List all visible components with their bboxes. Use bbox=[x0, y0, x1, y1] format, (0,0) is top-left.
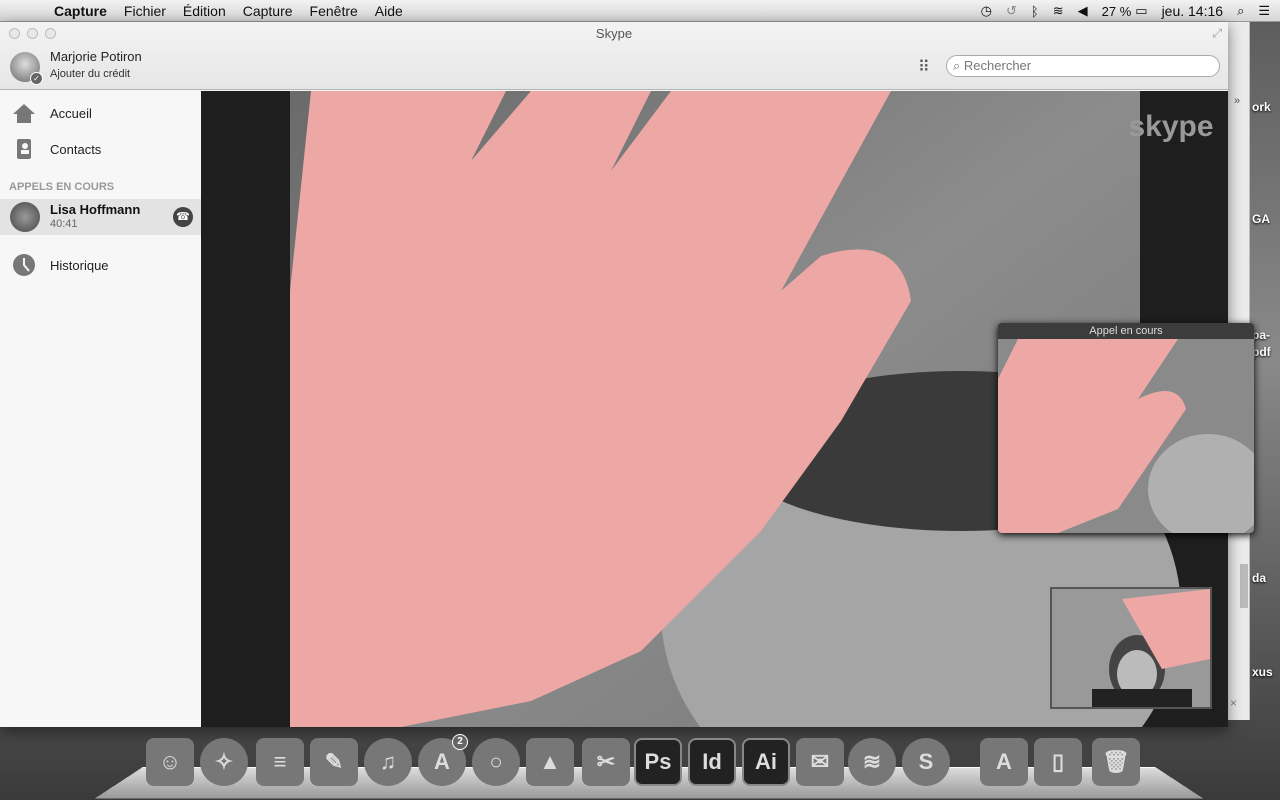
app-icon: Id bbox=[702, 749, 722, 774]
call-duration: 40:41 bbox=[50, 218, 78, 230]
dock-app-itunes[interactable]: ♫ bbox=[364, 738, 412, 786]
sidebar-item-label: Contacts bbox=[50, 141, 102, 157]
clock-icon bbox=[13, 254, 35, 276]
menu-edition[interactable]: Édition bbox=[183, 3, 226, 19]
search-input[interactable]: ⌕ Rechercher bbox=[946, 55, 1220, 77]
menu-fichier[interactable]: Fichier bbox=[124, 3, 166, 19]
menu-aide[interactable]: Aide bbox=[375, 3, 403, 19]
menu-fenetre[interactable]: Fenêtre bbox=[310, 3, 358, 19]
skype-status-icon[interactable]: ◷ bbox=[981, 3, 992, 19]
hang-up-icon[interactable]: ☎ bbox=[173, 207, 193, 227]
search-placeholder: Rechercher bbox=[963, 58, 1032, 73]
dock-app-trash[interactable]: 🗑 bbox=[1092, 738, 1140, 786]
spotlight-icon[interactable]: ⌕ bbox=[1237, 3, 1244, 19]
desktop-label[interactable]: da bbox=[1252, 571, 1266, 585]
contacts-icon bbox=[13, 138, 35, 160]
desktop-label[interactable]: ork bbox=[1252, 100, 1271, 114]
time-machine-icon[interactable]: ↺ bbox=[1006, 3, 1017, 19]
sidebar-item-label: Accueil bbox=[50, 105, 92, 121]
bluetooth-icon[interactable]: ᛒ bbox=[1031, 4, 1039, 19]
volume-icon[interactable]: ◀ bbox=[1078, 3, 1088, 19]
dock-app-pages[interactable]: ✎ bbox=[310, 738, 358, 786]
dock-app-finder[interactable]: ☺ bbox=[146, 738, 194, 786]
online-status-icon: ✓ bbox=[30, 72, 43, 85]
app-icon: ▯ bbox=[1051, 749, 1065, 774]
search-icon: ⌕ bbox=[953, 58, 961, 73]
notification-center-icon[interactable]: ☰ bbox=[1258, 3, 1270, 19]
app-icon: ▲ bbox=[539, 749, 561, 774]
app-icon: S bbox=[918, 749, 934, 774]
app-icon: Ps bbox=[644, 749, 672, 774]
dock-app-documents[interactable]: ▯ bbox=[1034, 738, 1082, 786]
app-icon: ✎ bbox=[324, 749, 344, 774]
app-icon: ♫ bbox=[379, 749, 397, 774]
app-icon: ✧ bbox=[214, 749, 234, 774]
call-popup-window[interactable]: Appel en cours bbox=[998, 323, 1254, 533]
section-header-calls: APPELS EN COURS bbox=[9, 181, 115, 193]
dock-app-skype[interactable]: S bbox=[902, 738, 950, 786]
desktop-label[interactable]: xus bbox=[1252, 665, 1273, 679]
title-bar: Skype ⤢ ✓ Marjorie Potiron Ajouter du cr… bbox=[0, 22, 1228, 90]
sidebar-item-accueil[interactable]: Accueil bbox=[0, 95, 201, 131]
battery-icon[interactable]: ▭ bbox=[1135, 3, 1147, 19]
home-icon bbox=[13, 102, 35, 124]
battery-text[interactable]: 27 % bbox=[1102, 4, 1132, 19]
dock-app-photoshop[interactable]: Ps bbox=[634, 738, 682, 786]
desktop-label[interactable]: pdf bbox=[1252, 345, 1271, 359]
menu-app-name[interactable]: Capture bbox=[54, 3, 107, 19]
app-icon: A bbox=[434, 749, 450, 774]
menu-bar: Capture Fichier Édition Capture Fenêtre … bbox=[0, 0, 1280, 22]
contact-avatar bbox=[10, 202, 40, 232]
wifi-icon[interactable]: ≋ bbox=[1053, 3, 1064, 19]
app-icon: 🗑 bbox=[1102, 749, 1130, 774]
dock-app-illustrator[interactable]: Ai bbox=[742, 738, 790, 786]
app-icon: A bbox=[996, 749, 1012, 774]
app-icon: ✂ bbox=[596, 749, 616, 774]
scrollbar[interactable] bbox=[1240, 564, 1248, 608]
dock-app-chrome[interactable]: ○ bbox=[472, 738, 520, 786]
menu-capture[interactable]: Capture bbox=[243, 3, 293, 19]
desktop-label[interactable]: pa- bbox=[1252, 328, 1270, 342]
app-icon: Ai bbox=[755, 749, 777, 774]
app-icon: ≡ bbox=[273, 749, 287, 774]
dock-app-mail[interactable]: ✉ bbox=[796, 738, 844, 786]
active-call-item[interactable]: Lisa Hoffmann 40:41 ☎ bbox=[0, 199, 201, 235]
clock[interactable]: jeu. 14:16 bbox=[1162, 3, 1224, 19]
sidebar: Accueil Contacts APPELS EN COURS Lisa Ho… bbox=[0, 91, 201, 727]
skype-logo: skype bbox=[1128, 110, 1213, 143]
dock-app-safari[interactable]: ✧ bbox=[200, 738, 248, 786]
chevron-icon[interactable]: » bbox=[1234, 95, 1240, 107]
popup-video bbox=[998, 339, 1254, 533]
dock-app-notes[interactable]: ≡ bbox=[256, 738, 304, 786]
sidebar-item-label: Historique bbox=[50, 257, 109, 273]
popup-title: Appel en cours bbox=[998, 323, 1254, 339]
dock-app-indesign[interactable]: Id bbox=[688, 738, 736, 786]
app-icon: ✉ bbox=[810, 749, 830, 774]
contact-name: Lisa Hoffmann bbox=[50, 202, 141, 217]
badge: 2 bbox=[452, 734, 468, 750]
dock: ☺ ✧ ≡ ✎ ♫ A 2 ○ ▲ ✂ Ps Id Ai ✉ ≋ S A ▯ 🗑 bbox=[95, 734, 1203, 800]
dialpad-icon[interactable]: ⠿ bbox=[918, 57, 930, 77]
close-icon[interactable]: × bbox=[1230, 696, 1237, 710]
app-icon: ☺ bbox=[158, 749, 182, 774]
dock-app-capture[interactable]: ✂ bbox=[582, 738, 630, 786]
dock-app-app-store[interactable]: A2 bbox=[418, 734, 468, 786]
sidebar-item-historique[interactable]: Historique bbox=[0, 247, 201, 283]
app-icon: ○ bbox=[489, 749, 503, 774]
dock-app-vlc[interactable]: ▲ bbox=[526, 738, 574, 786]
add-credit-link[interactable]: Ajouter du crédit bbox=[50, 68, 130, 80]
self-video-preview[interactable] bbox=[1050, 587, 1212, 709]
fullscreen-icon[interactable]: ⤢ bbox=[1212, 26, 1222, 41]
sidebar-item-contacts[interactable]: Contacts bbox=[0, 131, 201, 167]
dock-app-applications[interactable]: A bbox=[980, 738, 1028, 786]
app-icon: ≋ bbox=[862, 749, 882, 774]
desktop-label[interactable]: GA bbox=[1252, 212, 1270, 226]
user-name[interactable]: Marjorie Potiron bbox=[50, 49, 142, 64]
user-avatar[interactable]: ✓ bbox=[10, 52, 43, 85]
window-title: Skype bbox=[595, 26, 633, 41]
dock-app-spotify[interactable]: ≋ bbox=[848, 738, 896, 786]
